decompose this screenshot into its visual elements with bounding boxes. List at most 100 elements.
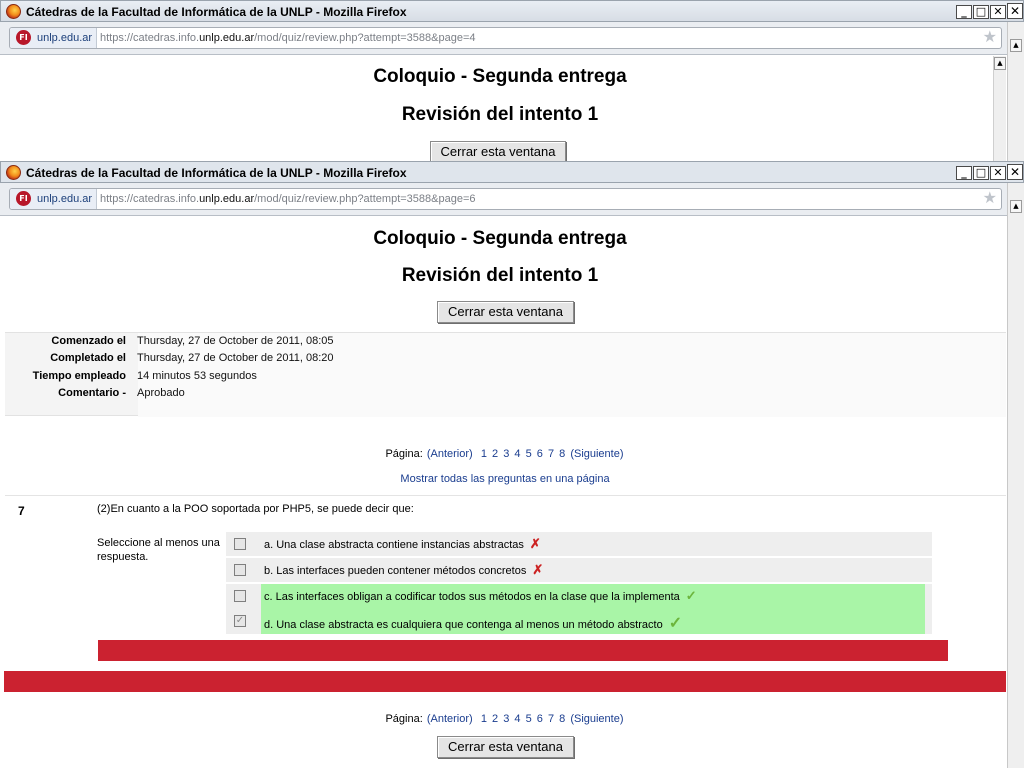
back-close-window-button[interactable]: Cerrar esta ventana: [430, 141, 566, 163]
correct-check-icon: ✓: [668, 615, 683, 632]
page-link-3[interactable]: 3: [503, 448, 509, 460]
summary-row-comment: Comentario - Aprobado: [5, 385, 1006, 402]
attempt-summary-table: Comenzado el Thursday, 27 de October de …: [5, 332, 1006, 417]
minimize-button[interactable]: _: [956, 166, 972, 180]
minimize-button[interactable]: _: [956, 5, 972, 19]
close-window-button[interactable]: ✕: [990, 166, 1006, 180]
back-page-title: Coloquio - Segunda entrega: [373, 66, 627, 87]
question-block: 7 (2)En cuanto a la POO soportada por PH…: [5, 495, 1006, 670]
summary-value: Aprobado: [137, 387, 185, 399]
incorrect-cross-icon: ✗: [532, 562, 544, 577]
front-browser-window: Cátedras de la Facultad de Informática d…: [0, 161, 1024, 768]
bookmark-star-icon[interactable]: ★: [983, 190, 997, 208]
back-browser-window: Cátedras de la Facultad de Informática d…: [0, 0, 1024, 163]
maximize-button[interactable]: □: [973, 166, 989, 180]
summary-label: Comenzado el: [51, 335, 126, 347]
incorrect-cross-icon: ✗: [529, 536, 541, 551]
answer-checkbox[interactable]: [234, 538, 246, 550]
page-link-3[interactable]: 3: [503, 713, 509, 725]
answer-option: b. Las interfaces pueden contener método…: [226, 558, 932, 582]
site-badge-text: unlp.edu.ar: [37, 32, 93, 44]
answer-checkbox-checked[interactable]: ✓: [234, 615, 246, 627]
page-link-7[interactable]: 7: [548, 713, 554, 725]
page-link-1[interactable]: 1: [481, 448, 487, 460]
pagination-label: Página:: [385, 448, 423, 460]
front-close-window-button-top[interactable]: Cerrar esta ventana: [437, 301, 574, 323]
back-page-subtitle: Revisión del intento 1: [401, 104, 599, 125]
summary-label: Tiempo empleado: [32, 370, 126, 382]
summary-label: Completado el: [50, 352, 126, 364]
site-logo-icon: FI: [16, 30, 31, 45]
summary-row-started: Comenzado el Thursday, 27 de October de …: [5, 333, 1006, 350]
question-footer-bar: [4, 671, 1006, 692]
scroll-up-arrow-icon[interactable]: ▲: [1010, 39, 1022, 52]
pagination-prev-link[interactable]: (Anterior): [427, 448, 473, 460]
site-identity-badge[interactable]: FI unlp.edu.ar: [10, 28, 98, 48]
page-link-1[interactable]: 1: [481, 713, 487, 725]
pagination-next-link[interactable]: (Siguiente): [570, 448, 623, 460]
firefox-logo-icon: [6, 4, 21, 19]
answer-checkbox[interactable]: [234, 590, 246, 602]
front-url-text: https://catedras.info.unlp.edu.ar/mod/qu…: [100, 193, 476, 205]
pagination-top: Página: (Anterior) 1 2 3 4 5 6 7 8 (Sigu…: [0, 448, 1010, 460]
scroll-up-arrow-icon[interactable]: ▲: [1010, 200, 1022, 213]
summary-value: Thursday, 27 de October de 2011, 08:05: [137, 335, 334, 347]
page-link-5[interactable]: 5: [526, 713, 532, 725]
page-link-6[interactable]: 6: [537, 448, 543, 460]
back-url-text: https://catedras.info.unlp.edu.ar/mod/qu…: [100, 32, 476, 44]
front-url-bar: FI unlp.edu.ar https://catedras.info.unl…: [0, 183, 1007, 216]
outer-close-button[interactable]: ✕: [1007, 3, 1023, 19]
page-link-6[interactable]: 6: [537, 713, 543, 725]
answer-option: ✓ d. Una clase abstracta es cualquiera q…: [226, 608, 932, 634]
pagination-label: Página:: [385, 713, 423, 725]
back-url-bar: FI unlp.edu.ar https://catedras.info.unl…: [0, 22, 1007, 55]
site-logo-icon: FI: [16, 191, 31, 206]
site-badge-text: unlp.edu.ar: [37, 193, 93, 205]
page-link-8[interactable]: 8: [559, 713, 565, 725]
front-page-title: Coloquio - Segunda entrega: [373, 228, 627, 249]
front-window-title: Cátedras de la Facultad de Informática d…: [26, 166, 407, 180]
back-address-field[interactable]: FI unlp.edu.ar https://catedras.info.unl…: [9, 27, 1002, 49]
summary-row-completed: Completado el Thursday, 27 de October de…: [5, 350, 1006, 367]
page-link-2[interactable]: 2: [492, 448, 498, 460]
page-link-2[interactable]: 2: [492, 713, 498, 725]
correct-check-icon: ✓: [685, 588, 697, 603]
show-all-questions-link[interactable]: Mostrar todas las preguntas en una págin…: [0, 473, 1010, 485]
pagination-prev-link[interactable]: (Anterior): [427, 713, 473, 725]
pagination-bottom: Página: (Anterior) 1 2 3 4 5 6 7 8 (Sigu…: [0, 713, 1010, 725]
site-identity-badge[interactable]: FI unlp.edu.ar: [10, 189, 98, 209]
question-text: (2)En cuanto a la POO soportada por PHP5…: [97, 503, 414, 515]
page-link-4[interactable]: 4: [514, 713, 520, 725]
summary-value: 14 minutos 53 segundos: [137, 370, 257, 382]
front-title-bar[interactable]: Cátedras de la Facultad de Informática d…: [0, 161, 1024, 183]
page-link-7[interactable]: 7: [548, 448, 554, 460]
bookmark-star-icon[interactable]: ★: [983, 29, 997, 47]
maximize-button[interactable]: □: [973, 5, 989, 19]
outer-close-button[interactable]: ✕: [1007, 164, 1023, 180]
answer-option: c. Las interfaces obligan a codificar to…: [226, 584, 932, 608]
firefox-logo-icon: [6, 165, 21, 180]
answer-prompt: Seleccione al menos una respuesta.: [97, 537, 220, 563]
summary-row-time-taken: Tiempo empleado 14 minutos 53 segundos: [5, 368, 1006, 385]
answer-option: a. Una clase abstracta contiene instanci…: [226, 532, 932, 556]
back-window-title: Cátedras de la Facultad de Informática d…: [26, 5, 407, 19]
answer-label: c. Las interfaces obligan a codificar to…: [264, 588, 697, 603]
question-feedback-bar: [98, 640, 948, 661]
close-window-button[interactable]: ✕: [990, 5, 1006, 19]
answer-label: a. Una clase abstracta contiene instanci…: [264, 536, 541, 551]
pagination-next-link[interactable]: (Siguiente): [570, 713, 623, 725]
page-link-5[interactable]: 5: [526, 448, 532, 460]
answer-checkbox[interactable]: [234, 564, 246, 576]
front-close-window-button-bottom[interactable]: Cerrar esta ventana: [437, 736, 574, 758]
page-link-8[interactable]: 8: [559, 448, 565, 460]
front-address-field[interactable]: FI unlp.edu.ar https://catedras.info.unl…: [9, 188, 1002, 210]
page-link-4[interactable]: 4: [514, 448, 520, 460]
answer-label: b. Las interfaces pueden contener método…: [264, 562, 544, 577]
answer-label: d. Una clase abstracta es cualquiera que…: [264, 615, 683, 632]
question-number: 7: [18, 504, 25, 518]
back-outer-scrollbar[interactable]: ▲: [1007, 22, 1024, 162]
front-page-subtitle: Revisión del intento 1: [401, 265, 599, 286]
summary-value: Thursday, 27 de October de 2011, 08:20: [137, 352, 334, 364]
back-title-bar[interactable]: Cátedras de la Facultad de Informática d…: [0, 0, 1024, 22]
summary-label: Comentario -: [58, 387, 126, 399]
